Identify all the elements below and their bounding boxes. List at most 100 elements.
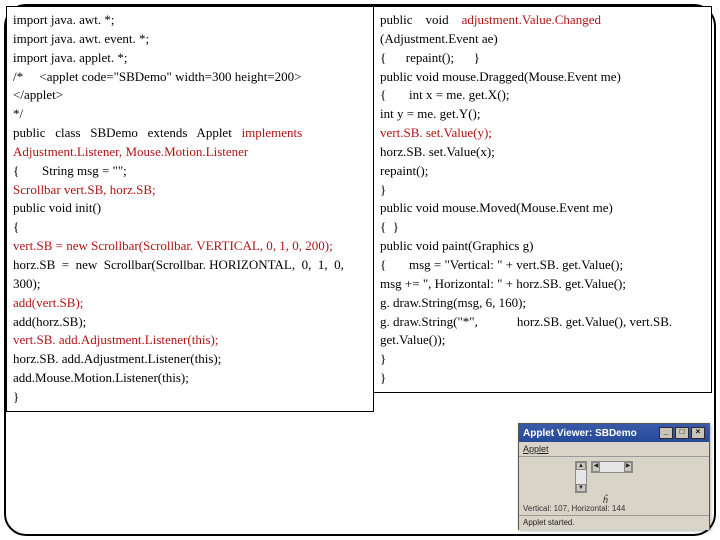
code-segment: import java. applet. *; (13, 50, 127, 65)
code-line: public void paint(Graphics g) (380, 237, 705, 256)
code-line: } (380, 181, 705, 200)
code-line: vert.SB. set.Value(y); (380, 124, 705, 143)
code-line: { (13, 218, 367, 237)
code-columns: import java. awt. *; import java. awt. ev… (6, 6, 712, 412)
minimize-button[interactable]: _ (659, 427, 673, 439)
code-line: /* <applet code="SBDemo" width=300 heigh… (13, 68, 367, 87)
code-line: } (380, 369, 705, 388)
code-segment: horz.SB = new Scrollbar(Scrollbar. HORIZ… (13, 257, 347, 291)
code-line: msg += ", Horizontal: " + horz.SB. get.V… (380, 275, 705, 294)
vertical-scrollbar[interactable]: ▲ ▼ (575, 461, 587, 493)
code-segment: public void init() (13, 200, 101, 215)
applet-values-text: Vertical: 107, Horizontal: 144 (523, 504, 625, 513)
scroll-down-arrow-icon[interactable]: ▼ (576, 484, 586, 492)
code-segment: vert.SB = new Scrollbar(Scrollbar. VERTI… (13, 238, 333, 253)
code-column-left: import java. awt. *; import java. awt. ev… (6, 6, 374, 412)
code-segment: repaint(); (380, 163, 428, 178)
code-segment: int y = me. get.Y(); (380, 106, 480, 121)
code-segment: vert.SB. add.Adjustment.Listener(this); (13, 332, 218, 347)
code-segment: implements (242, 125, 303, 140)
applet-titlebar[interactable]: Applet Viewer: SBDemo _ □ × (519, 424, 709, 442)
code-line: repaint(); (380, 162, 705, 181)
code-segment: { repaint(); } (380, 50, 480, 65)
code-column-right: public void adjustment.Value.Changed(Adj… (374, 6, 712, 393)
code-line: */ (13, 105, 367, 124)
code-segment: public void mouse.Moved(Mouse.Event me) (380, 200, 613, 215)
code-segment: } (380, 351, 386, 366)
close-button[interactable]: × (691, 427, 705, 439)
code-line: { } (380, 218, 705, 237)
code-segment: vert.SB. set.Value(y); (380, 125, 492, 140)
scroll-right-arrow-icon[interactable]: ▶ (624, 462, 632, 472)
code-segment: g. draw.String("*", horz.SB. get.Value()… (380, 314, 675, 348)
applet-viewer-window: Applet Viewer: SBDemo _ □ × Applet ▲ ▼ ◀… (518, 423, 710, 530)
applet-statusbar: Applet started. (519, 515, 709, 530)
code-line: (Adjustment.Event ae) (380, 30, 705, 49)
code-segment: } (380, 182, 386, 197)
code-line: import java. applet. *; (13, 49, 367, 68)
code-segment: horz.SB. add.Adjustment.Listener(this); (13, 351, 221, 366)
code-segment: adjustment.Value.Changed (462, 12, 601, 27)
scroll-up-arrow-icon[interactable]: ▲ (576, 462, 586, 470)
applet-menu-item[interactable]: Applet (523, 444, 549, 454)
code-line: public void mouse.Moved(Mouse.Event me) (380, 199, 705, 218)
code-segment: { } (380, 219, 399, 234)
code-line: g. draw.String("*", horz.SB. get.Value()… (380, 313, 705, 351)
code-segment: { msg = "Vertical: " + vert.SB. get.Valu… (380, 257, 623, 272)
code-line: { repaint(); } (380, 49, 705, 68)
code-segment: add(vert.SB); (13, 295, 83, 310)
code-segment: (Adjustment.Event ae) (380, 31, 498, 46)
code-segment: { int x = me. get.X(); (380, 87, 509, 102)
code-segment: import java. awt. event. *; (13, 31, 149, 46)
code-segment: { (13, 219, 19, 234)
code-segment: } (380, 370, 386, 385)
code-segment: import java. awt. *; (13, 12, 114, 27)
code-segment: public void paint(Graphics g) (380, 238, 533, 253)
code-segment: */ (13, 106, 23, 121)
code-line: import java. awt. *; (13, 11, 367, 30)
code-segment: </applet> (13, 87, 63, 102)
code-line: Scrollbar vert.SB, horz.SB; (13, 181, 367, 200)
code-line: { msg = "Vertical: " + vert.SB. get.Valu… (380, 256, 705, 275)
code-line: { String msg = ""; (13, 162, 367, 181)
code-segment: public class SBDemo extends Applet (13, 125, 242, 140)
code-line: add(vert.SB); (13, 294, 367, 313)
code-segment: horz.SB. set.Value(x); (380, 144, 495, 159)
code-segment: /* <applet code="SBDemo" width=300 heigh… (13, 69, 301, 84)
code-line: vert.SB. add.Adjustment.Listener(this); (13, 331, 367, 350)
code-segment: { String msg = ""; (13, 163, 127, 178)
applet-body: ▲ ▼ ◀ ▶ ĥ Vertical: 107, Horizontal: 144 (519, 457, 709, 515)
code-line: public void mouse.Dragged(Mouse.Event me… (380, 68, 705, 87)
code-line: horz.SB. set.Value(x); (380, 143, 705, 162)
code-segment: Scrollbar vert.SB, horz.SB; (13, 182, 156, 197)
applet-title: Applet Viewer: SBDemo (523, 428, 637, 439)
code-line: import java. awt. event. *; (13, 30, 367, 49)
code-line: </applet> (13, 86, 367, 105)
scroll-left-arrow-icon[interactable]: ◀ (592, 462, 600, 472)
code-segment: public void mouse.Dragged(Mouse.Event me… (380, 69, 621, 84)
code-line: int y = me. get.Y(); (380, 105, 705, 124)
code-line: public void adjustment.Value.Changed (380, 11, 705, 30)
code-line: add.Mouse.Motion.Listener(this); (13, 369, 367, 388)
code-line: public class SBDemo extends Applet imple… (13, 124, 367, 143)
code-segment: g. draw.String(msg, 6, 160); (380, 295, 526, 310)
code-line: vert.SB = new Scrollbar(Scrollbar. VERTI… (13, 237, 367, 256)
code-line: public void init() (13, 199, 367, 218)
window-controls: _ □ × (659, 427, 705, 439)
code-segment: Adjustment.Listener, Mouse.Motion.Listen… (13, 144, 248, 159)
code-line: { int x = me. get.X(); (380, 86, 705, 105)
code-line: add(horz.SB); (13, 313, 367, 332)
code-line: } (380, 350, 705, 369)
code-segment: msg += ", Horizontal: " + horz.SB. get.V… (380, 276, 626, 291)
applet-menubar[interactable]: Applet (519, 442, 709, 457)
applet-status-text: Applet started. (523, 518, 575, 527)
code-segment: } (13, 389, 19, 404)
code-segment: public void (380, 12, 462, 27)
maximize-button[interactable]: □ (675, 427, 689, 439)
code-segment: add(horz.SB); (13, 314, 86, 329)
code-line: } (13, 388, 367, 407)
horizontal-scrollbar[interactable]: ◀ ▶ (591, 461, 633, 473)
code-segment: add.Mouse.Motion.Listener(this); (13, 370, 189, 385)
code-line: horz.SB = new Scrollbar(Scrollbar. HORIZ… (13, 256, 367, 294)
code-line: g. draw.String(msg, 6, 160); (380, 294, 705, 313)
